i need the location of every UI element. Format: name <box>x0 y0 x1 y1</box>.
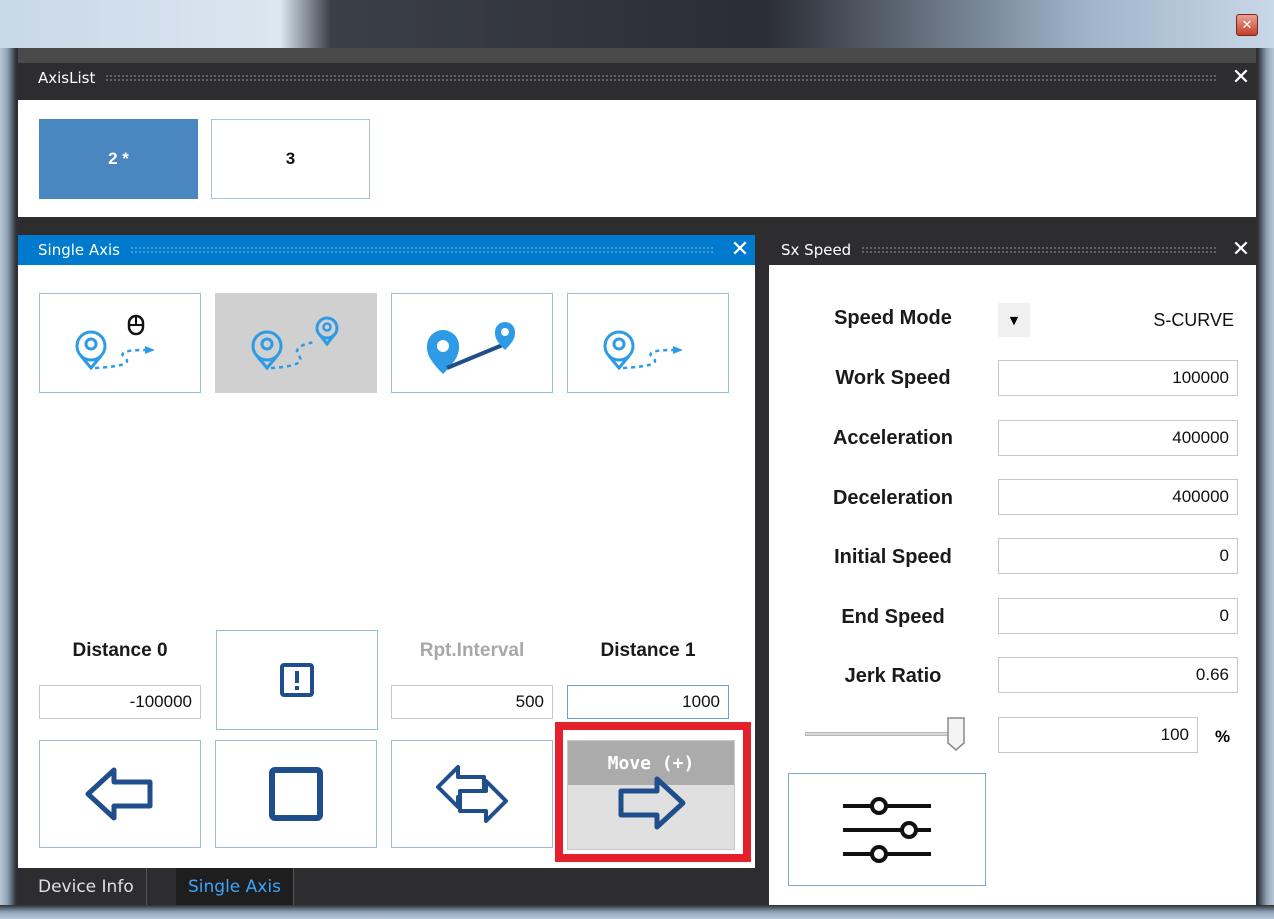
speed-mode-label: Speed Mode <box>834 307 952 329</box>
axis-list-header: AxisList ✕ <box>18 63 1256 93</box>
single-axis-header: Single Axis ✕ <box>18 235 755 265</box>
speed-mode-dropdown[interactable]: ▼ <box>998 303 1030 337</box>
distance1-label: Distance 1 <box>600 640 696 661</box>
stop-icon <box>269 767 323 821</box>
sx-speed-panel: Sx Speed ✕ Speed Mode ▼ S-CURVE Work Spe… <box>769 235 1256 905</box>
rpt-interval-label: Rpt.Interval <box>419 640 525 661</box>
single-axis-title: Single Axis <box>38 241 121 259</box>
axis-list-title: AxisList <box>38 69 96 87</box>
window-frame-right <box>1256 48 1274 919</box>
header-grip <box>861 246 1216 254</box>
speed-override-slider[interactable] <box>805 732 955 736</box>
bidirectional-arrow-icon <box>436 765 508 823</box>
axis-list-close-button[interactable]: ✕ <box>1226 67 1256 89</box>
end-speed-label: End Speed <box>841 606 945 628</box>
axis-list-panel: AxisList ✕ 2 * 3 <box>18 63 1256 280</box>
mode-button-jog-mouse[interactable] <box>39 293 201 393</box>
sx-speed-header: Sx Speed ✕ <box>769 235 1256 265</box>
header-grip <box>105 74 1216 82</box>
highlight-box <box>555 722 751 862</box>
distance0-field[interactable] <box>39 685 201 719</box>
work-speed-label: Work Speed <box>835 367 951 389</box>
speed-settings-button[interactable] <box>788 773 986 886</box>
location-path-icon <box>603 330 683 371</box>
initial-speed-label: Initial Speed <box>834 546 952 568</box>
work-speed-field[interactable] <box>998 360 1238 396</box>
percent-unit: % <box>1215 727 1231 746</box>
location-to-location-icon <box>251 316 339 371</box>
distance1-field[interactable] <box>567 685 729 719</box>
jerk-ratio-label: Jerk Ratio <box>844 665 942 687</box>
point-to-point-icon <box>427 322 515 374</box>
window-titlebar <box>0 0 1274 48</box>
jerk-ratio-field[interactable] <box>998 657 1238 693</box>
move-minus-button[interactable] <box>39 740 201 848</box>
distance0-label: Distance 0 <box>72 640 168 661</box>
sx-speed-close-button[interactable]: ✕ <box>1226 239 1256 261</box>
rpt-interval-field[interactable] <box>391 685 553 719</box>
location-mouse-path-icon <box>75 314 155 371</box>
tab-single-axis[interactable]: Single Axis <box>176 868 294 905</box>
stop-button[interactable] <box>215 740 377 848</box>
acceleration-label: Acceleration <box>832 427 954 449</box>
tab-device-info[interactable]: Device Info <box>26 868 147 905</box>
window-close-button[interactable]: ✕ <box>1236 14 1258 36</box>
chevron-down-icon: ▼ <box>1009 313 1019 327</box>
sx-speed-title: Sx Speed <box>781 241 852 259</box>
mode-button-location-path[interactable] <box>567 293 729 393</box>
sliders-icon <box>843 796 931 863</box>
repeat-move-button[interactable] <box>391 740 553 848</box>
deceleration-label: Deceleration <box>832 487 954 509</box>
deceleration-field[interactable] <box>998 479 1238 515</box>
alarm-reset-button[interactable] <box>216 630 378 730</box>
panel-splitter[interactable] <box>755 235 769 905</box>
axis-button-3[interactable]: 3 <box>211 119 370 199</box>
speed-override-field[interactable] <box>998 717 1198 753</box>
speed-mode-value: S-CURVE <box>1153 309 1234 330</box>
end-speed-field[interactable] <box>998 598 1238 634</box>
initial-speed-field[interactable] <box>998 538 1238 574</box>
arrow-left-icon <box>85 767 153 821</box>
mode-button-location-to-location[interactable] <box>215 293 377 393</box>
exclamation-icon <box>280 663 314 697</box>
acceleration-field[interactable] <box>998 420 1238 456</box>
panel-divider <box>18 217 1256 235</box>
header-grip <box>130 246 715 254</box>
bottom-tab-bar: Device Info Single Axis <box>18 868 755 905</box>
window-frame-left <box>0 48 18 919</box>
single-axis-close-button[interactable]: ✕ <box>725 239 755 261</box>
mode-button-point-to-point[interactable] <box>391 293 553 393</box>
axis-button-2[interactable]: 2 * <box>39 119 198 199</box>
window-frame-bottom <box>0 905 1274 919</box>
slider-thumb[interactable] <box>947 717 965 751</box>
